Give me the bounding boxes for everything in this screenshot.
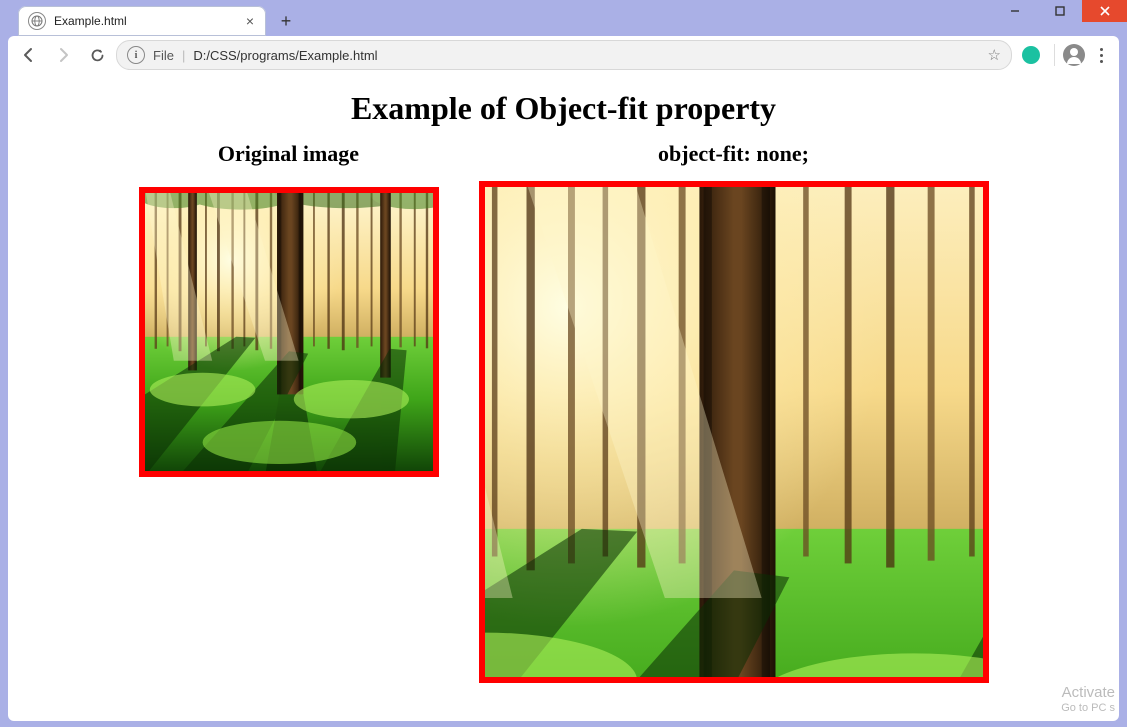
address-bar[interactable]: i File | D:/CSS/programs/Example.html ☆ <box>116 40 1012 70</box>
site-info-icon[interactable]: i <box>127 46 145 64</box>
window-minimize-button[interactable] <box>992 0 1037 22</box>
extension-icon[interactable] <box>1022 46 1040 64</box>
profile-avatar-icon[interactable] <box>1063 44 1085 66</box>
globe-icon <box>28 12 46 30</box>
forward-button[interactable] <box>48 40 78 70</box>
back-button[interactable] <box>14 40 44 70</box>
url-separator: | <box>182 48 185 63</box>
url-text: D:/CSS/programs/Example.html <box>193 48 377 63</box>
original-image <box>139 187 439 477</box>
tab-close-button[interactable]: × <box>242 13 258 29</box>
column-original: Original image <box>139 135 439 477</box>
window-maximize-button[interactable] <box>1037 0 1082 22</box>
original-image-heading: Original image <box>139 141 439 167</box>
column-object-fit-none: object-fit: none; <box>479 135 989 683</box>
bookmark-icon[interactable]: ☆ <box>988 46 1001 64</box>
browser-tab[interactable]: Example.html × <box>18 6 266 36</box>
toolbar-divider <box>1054 44 1055 66</box>
browser-menu-button[interactable] <box>1089 43 1113 67</box>
browser-toolbar: i File | D:/CSS/programs/Example.html ☆ <box>8 36 1119 75</box>
page-title: Example of Object-fit property <box>18 90 1109 127</box>
tab-title: Example.html <box>54 14 234 28</box>
new-tab-button[interactable]: + <box>272 7 300 35</box>
object-fit-none-heading: object-fit: none; <box>479 141 989 167</box>
reload-button[interactable] <box>82 40 112 70</box>
url-scheme-label: File <box>153 48 174 63</box>
window-close-button[interactable] <box>1082 0 1127 22</box>
object-fit-none-image <box>479 181 989 683</box>
page-viewport: Example of Object-fit property Original … <box>8 74 1119 721</box>
